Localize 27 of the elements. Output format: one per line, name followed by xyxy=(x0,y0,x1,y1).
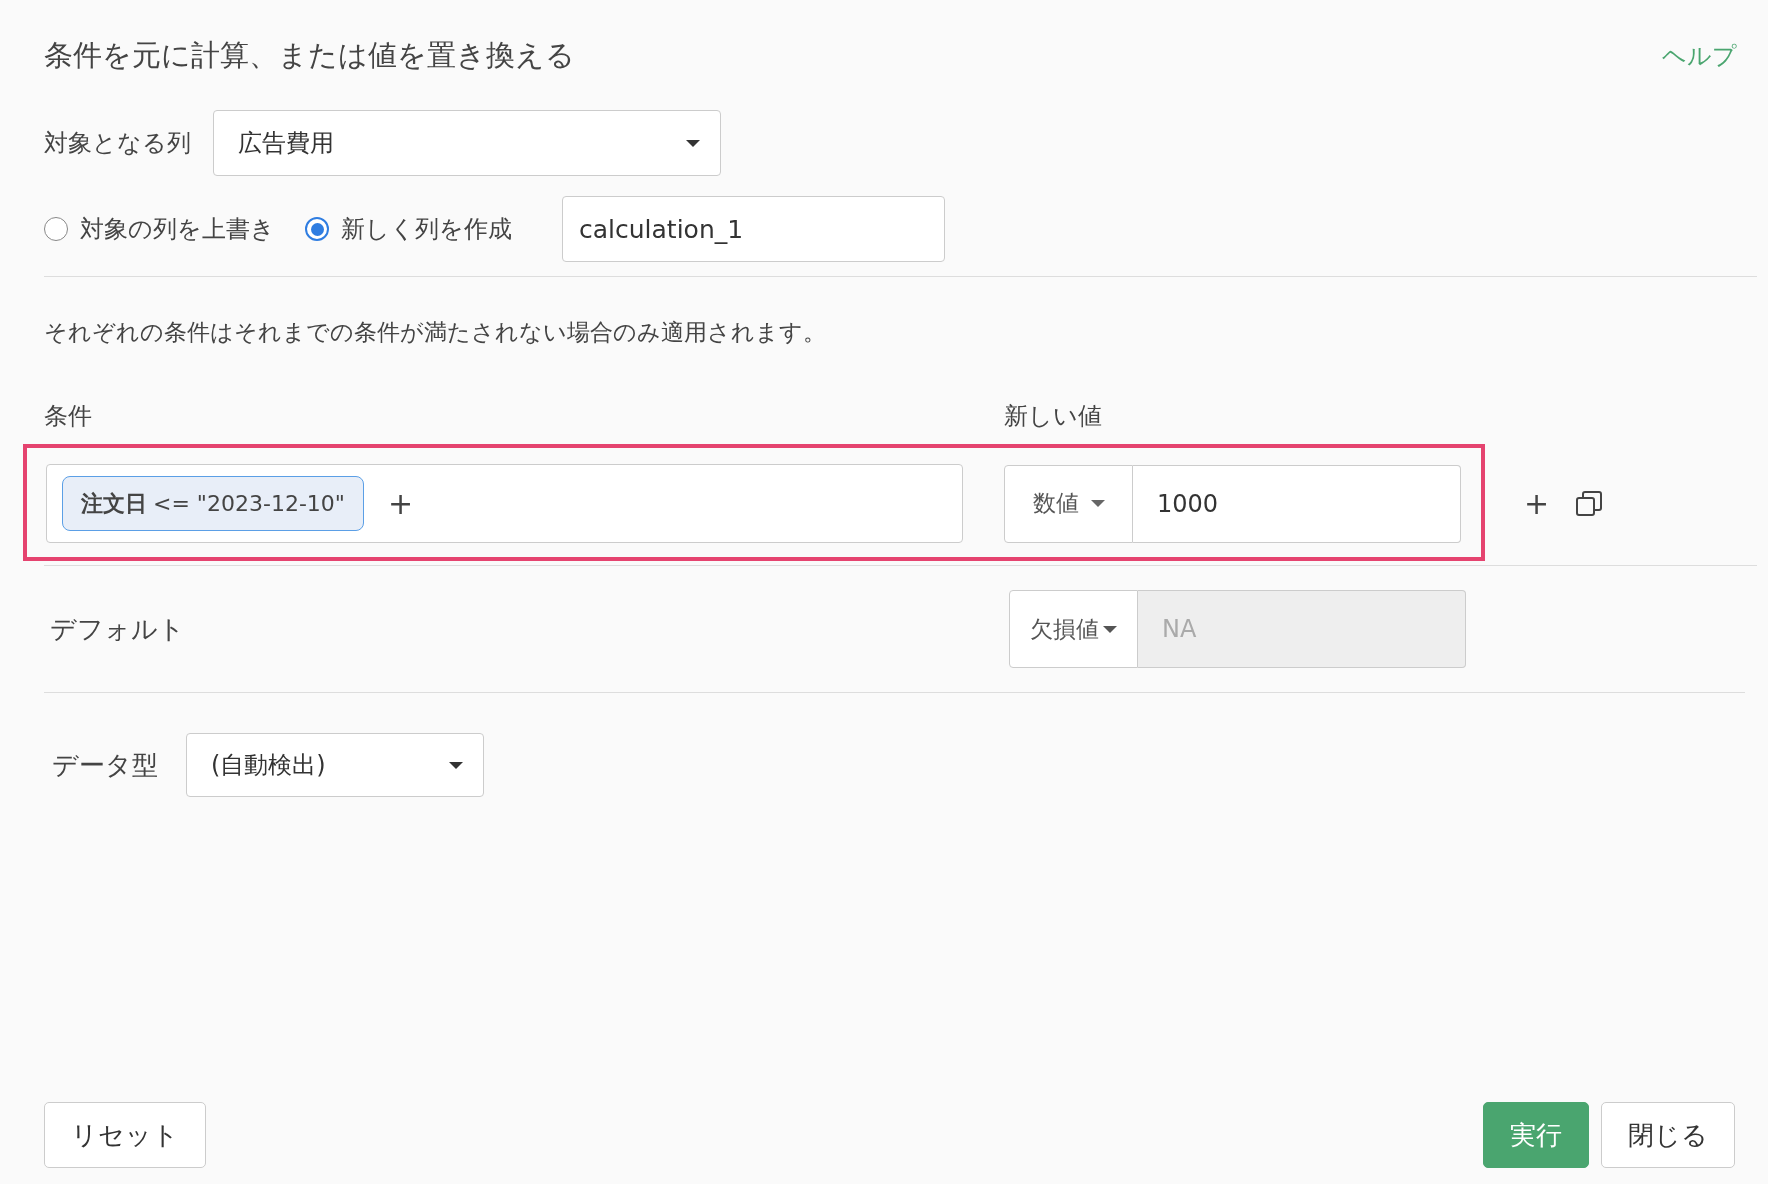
data-type-label: データ型 xyxy=(52,748,158,782)
add-row-button[interactable]: + xyxy=(1524,486,1550,521)
dialog-button[interactable]: 閉じる xyxy=(1601,1102,1735,1168)
caret-icon xyxy=(1090,500,1105,507)
value-field[interactable]: 1000 xyxy=(1133,464,1461,543)
data-type-select[interactable]: (自動検出) xyxy=(186,733,484,797)
description-text: それぞれの条件はそれまでの条件が満たされない場合のみ適用されます。 xyxy=(44,318,827,347)
value-type-select[interactable]: 数値 xyxy=(1004,464,1133,543)
add-condition-button[interactable]: + xyxy=(387,486,414,521)
condition-chip[interactable]: 注文日 <= "2023-12-10" xyxy=(62,476,364,531)
caret-icon xyxy=(686,139,700,147)
caret-icon xyxy=(1103,625,1117,633)
caret-icon xyxy=(449,761,463,769)
radio-option[interactable]: 対象の列を上書き xyxy=(44,213,275,245)
radio-option[interactable]: 新しく列を作成 xyxy=(305,213,512,245)
dialog-title: 条件を元に計算、または値を置き換える xyxy=(44,37,575,74)
new-column-name-field[interactable]: calculation_1 xyxy=(562,196,945,262)
target-column-select[interactable]: 広告費用 xyxy=(213,110,721,176)
target-column-label: 対象となる列 xyxy=(44,128,191,159)
condition-header: 条件 xyxy=(44,401,93,432)
radio-button[interactable] xyxy=(305,217,329,241)
default-label: デフォルト xyxy=(50,612,186,646)
radio-button[interactable] xyxy=(44,217,68,241)
new-value-header: 新しい値 xyxy=(1004,401,1102,432)
copy-icon[interactable] xyxy=(1575,489,1604,518)
dialog-button[interactable]: リセット xyxy=(44,1102,206,1168)
condition-field[interactable]: 注文日 <= "2023-12-10" + xyxy=(46,464,963,543)
